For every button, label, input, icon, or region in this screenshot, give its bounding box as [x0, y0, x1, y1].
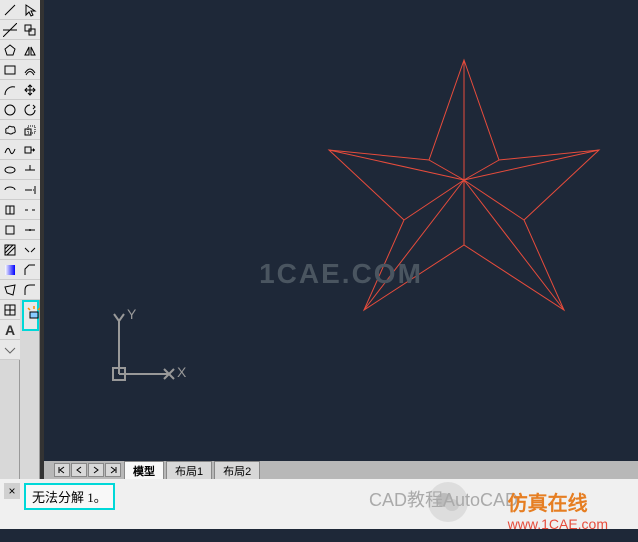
ucs-icon: X Y [109, 309, 189, 389]
break-tool[interactable] [20, 200, 40, 220]
break-at-point-tool[interactable] [20, 220, 40, 240]
add-tool-button[interactable] [0, 340, 20, 360]
chamfer-tool[interactable] [20, 260, 40, 280]
construction-line-tool[interactable] [0, 20, 20, 40]
mirror-tool[interactable] [20, 40, 40, 60]
layout1-tab[interactable]: 布局1 [166, 461, 212, 480]
tab-last-button[interactable] [105, 463, 121, 477]
offset-tool[interactable] [20, 60, 40, 80]
text-tool[interactable]: A [0, 320, 20, 340]
table-tool[interactable] [0, 300, 20, 320]
join-tool[interactable] [20, 240, 40, 260]
move-tool[interactable] [20, 80, 40, 100]
tab-next-button[interactable] [88, 463, 104, 477]
rectangle-tool[interactable] [0, 60, 20, 80]
copy-tool[interactable] [20, 20, 40, 40]
scale-tool[interactable] [20, 120, 40, 140]
watermark-overlay: 仿真在线 www.1CAE.com [508, 487, 608, 532]
pointer-tool[interactable] [20, 0, 40, 20]
gradient-tool[interactable] [0, 260, 20, 280]
layout-tab-bar: 模型 布局1 布局2 [44, 461, 638, 479]
insert-block-tool[interactable] [0, 200, 20, 220]
tab-first-button[interactable] [54, 463, 70, 477]
stretch-tool[interactable] [20, 140, 40, 160]
make-block-tool[interactable] [0, 220, 20, 240]
hatch-tool[interactable] [0, 240, 20, 260]
svg-text:X: X [177, 364, 187, 380]
region-tool[interactable] [0, 280, 20, 300]
model-tab[interactable]: 模型 [124, 461, 164, 480]
watermark: 1CAE.COM [259, 258, 423, 290]
trim-tool[interactable] [20, 160, 40, 180]
layout2-tab[interactable]: 布局2 [214, 461, 260, 480]
ellipse-arc-tool[interactable] [0, 180, 20, 200]
fillet-tool[interactable] [20, 280, 40, 300]
tab-prev-button[interactable] [71, 463, 87, 477]
cad-tutorial-text: CAD教程AutoCAD [369, 486, 518, 512]
extend-tool[interactable] [20, 180, 40, 200]
polygon-tool[interactable] [0, 40, 20, 60]
command-text: 无法分解 1。 [24, 483, 115, 510]
drawing-canvas[interactable]: 1CAE.COM [40, 0, 638, 479]
url-text: www.1CAE.com [508, 516, 608, 532]
revision-cloud-tool[interactable] [0, 120, 20, 140]
line-tool[interactable] [0, 0, 20, 20]
sim-online-text: 仿真在线 [508, 493, 588, 515]
svg-text:Y: Y [127, 309, 137, 322]
arc-tool[interactable] [0, 80, 20, 100]
close-command-button[interactable]: × [4, 483, 20, 499]
circle-tool[interactable] [0, 100, 20, 120]
ellipse-tool[interactable] [0, 160, 20, 180]
spline-tool[interactable] [0, 140, 20, 160]
rotate-tool[interactable] [20, 100, 40, 120]
explode-tool[interactable] [22, 300, 39, 331]
